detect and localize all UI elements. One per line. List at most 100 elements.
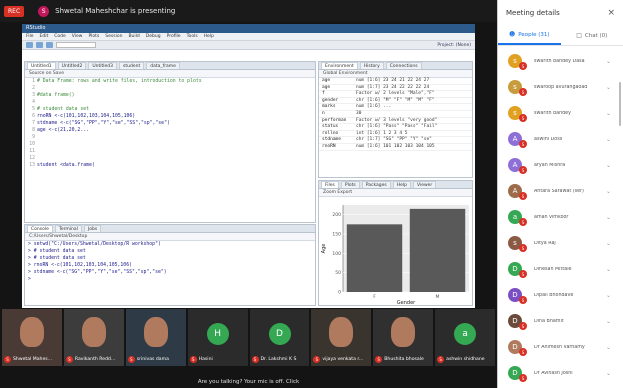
pane-tab[interactable]: Untitled1: [27, 62, 56, 69]
menu-item[interactable]: Session: [105, 34, 122, 39]
participant-name: Dina Bhamit: [534, 318, 564, 324]
environment-scope[interactable]: Global Environment: [319, 70, 472, 78]
participant-tile[interactable]: H S Hasini: [187, 309, 248, 366]
tab-chat[interactable]: □ Chat (0): [561, 26, 623, 45]
pane-tab[interactable]: Files: [321, 181, 339, 188]
chevron-down-icon[interactable]: ⌄: [606, 214, 611, 221]
recording-badge: REC: [4, 5, 25, 17]
pane-tab[interactable]: Help: [392, 181, 411, 188]
pane-tab[interactable]: Untitled3: [88, 62, 118, 69]
chevron-down-icon[interactable]: ⌄: [606, 136, 611, 143]
participant-list: s S swarith bandey Dasa ⌄ s S swaroop avuranga…: [498, 46, 623, 386]
environment-row[interactable]: gender chr [1:6] "M" "F" "M" "M" "F": [319, 98, 472, 105]
chevron-down-icon[interactable]: ⌄: [606, 370, 611, 377]
environment-row[interactable]: marks num [1:6] ...: [319, 104, 472, 111]
environment-row[interactable]: rnoRN num [1:6] 101 102 103 104 105: [319, 144, 472, 151]
menu-item[interactable]: Debug: [146, 34, 161, 39]
pane-tab[interactable]: Plots: [340, 181, 360, 188]
menu-item[interactable]: Edit: [40, 34, 49, 39]
pane-tab[interactable]: Terminal: [54, 225, 82, 232]
participant-row[interactable]: a S aman vimkoor ⌄: [498, 204, 623, 230]
participant-row[interactable]: s S swaroop avurangaoad ⌄: [498, 74, 623, 100]
chevron-down-icon[interactable]: ⌄: [606, 188, 611, 195]
participant-tile[interactable]: S Ravikanth Redd...: [63, 309, 124, 366]
participant-row[interactable]: A S aswini Doss ⌄: [498, 126, 623, 152]
pane-tab[interactable]: History: [359, 62, 384, 69]
new-file-icon[interactable]: [26, 42, 33, 48]
close-icon[interactable]: ×: [607, 8, 615, 18]
pane-tab[interactable]: Viewer: [412, 181, 437, 188]
pane-tab[interactable]: Console: [27, 225, 53, 232]
environment-row[interactable]: status chr [1:6] "Pass" "Pass" "Fail": [319, 124, 472, 131]
code-editor[interactable]: 1 # Data Frame: rows and write files, int…: [25, 78, 315, 169]
participant-row[interactable]: A S aryan Mishra ⌄: [498, 152, 623, 178]
pane-tab[interactable]: Connections: [385, 62, 422, 69]
participant-row[interactable]: D S Dr Avinash Joshi ⌄: [498, 360, 623, 386]
participant-tile[interactable]: Svijaya venkata r...: [311, 309, 372, 366]
variable-name: performan: [322, 117, 347, 123]
environment-row[interactable]: stdname chr [1:7] "SG" "PP" "Y" "se": [319, 137, 472, 144]
participant-tile[interactable]: S Bhushita bhosale: [373, 309, 434, 366]
variable-value: chr [1:7] "SG" "PP" "Y" "se": [356, 137, 432, 143]
pane-tab[interactable]: data_frame: [146, 62, 180, 69]
chevron-down-icon[interactable]: ⌄: [606, 58, 611, 65]
participant-row[interactable]: s S Ditya Raj ⌄: [498, 230, 623, 256]
participant-row[interactable]: s S swarith bandey ⌄: [498, 100, 623, 126]
variable-value: num [1:6] 23 24 21 22 24 27: [356, 78, 430, 83]
participant-list-scrollbar[interactable]: [619, 82, 621, 126]
chevron-down-icon[interactable]: ⌄: [606, 266, 611, 273]
open-file-icon[interactable]: [36, 42, 43, 48]
console-output[interactable]: > setwd("C:/Users/Shwetal/Desktop/R work…: [25, 241, 315, 283]
chevron-down-icon[interactable]: ⌄: [606, 318, 611, 325]
line-number: 1: [32, 79, 35, 84]
project-selector[interactable]: Project: (None): [437, 43, 471, 48]
participant-tile[interactable]: S Shwetal Mahes...: [2, 309, 62, 366]
pane-tab[interactable]: Packages: [361, 181, 391, 188]
variable-name: n: [322, 110, 325, 116]
menu-item[interactable]: Help: [204, 34, 214, 39]
participant-row[interactable]: D S Dinesan Mittale ⌄: [498, 256, 623, 282]
participant-tile[interactable]: Ssrinivas dama: [125, 309, 186, 366]
menu-item[interactable]: Plots: [88, 34, 99, 39]
environment-row[interactable]: age num [1:6] 23 24 21 22 24 27: [319, 78, 472, 85]
plots-tabs: Files Plots Packages Help Viewer: [319, 181, 472, 189]
pane-tab[interactable]: Jobs: [83, 225, 102, 232]
participant-tile[interactable]: D S Dr. Lakshmi K S: [249, 309, 310, 366]
pane-tab[interactable]: student: [119, 62, 145, 69]
menu-item[interactable]: Code: [54, 34, 66, 39]
menu-item[interactable]: Build: [128, 34, 139, 39]
line-number: 7: [32, 121, 35, 126]
chevron-down-icon[interactable]: ⌄: [606, 292, 611, 299]
participant-row[interactable]: D S Dipali Bhondave ⌄: [498, 282, 623, 308]
participant-name: Ravikanth Redd...: [74, 357, 116, 362]
tab-people[interactable]: ☻ People (31): [498, 26, 561, 45]
participant-name: swarith bandey: [534, 110, 571, 116]
participant-row[interactable]: D S Dr Animesh Varnamy ⌄: [498, 334, 623, 360]
participant-row[interactable]: A S Antara Sarawat (ser) ⌄: [498, 178, 623, 204]
chevron-down-icon[interactable]: ⌄: [606, 84, 611, 91]
chevron-down-icon[interactable]: ⌄: [606, 110, 611, 117]
participant-name-tag: S Dr. Lakshmi K S: [251, 356, 296, 363]
chevron-down-icon[interactable]: ⌄: [606, 162, 611, 169]
environment-row[interactable]: f Factor w/ 2 levels "Male","F": [319, 91, 472, 98]
participant-row[interactable]: s S swarith bandey Dasa ⌄: [498, 48, 623, 74]
chevron-down-icon[interactable]: ⌄: [606, 344, 611, 351]
pane-tab[interactable]: Environment: [321, 62, 358, 69]
menu-item[interactable]: View: [72, 34, 83, 39]
meeting-stage: REC S Shwetal Maheshchar is presenting R…: [0, 0, 497, 388]
menu-item[interactable]: Profile: [167, 34, 181, 39]
menu-item[interactable]: Tools: [187, 34, 198, 39]
save-icon[interactable]: [46, 42, 53, 48]
variable-value: num [1:7] 23 24 22 22 22 24: [356, 84, 430, 90]
chevron-down-icon[interactable]: ⌄: [606, 240, 611, 247]
go-to-file-input[interactable]: [56, 42, 96, 48]
participant-row[interactable]: D S Dina Bhamit ⌄: [498, 308, 623, 334]
participant-avatar: aS: [508, 210, 527, 226]
environment-row[interactable]: n 30: [319, 111, 472, 118]
pane-tab[interactable]: Untitled2: [57, 62, 87, 69]
console-path: C:/Users/Shwetal/Desktop: [25, 233, 315, 241]
mic-off-icon: S: [4, 356, 11, 363]
variable-name: gender: [322, 97, 339, 103]
menu-item[interactable]: File: [26, 34, 34, 39]
participant-tile[interactable]: a Sashwin shidhane: [435, 309, 495, 366]
